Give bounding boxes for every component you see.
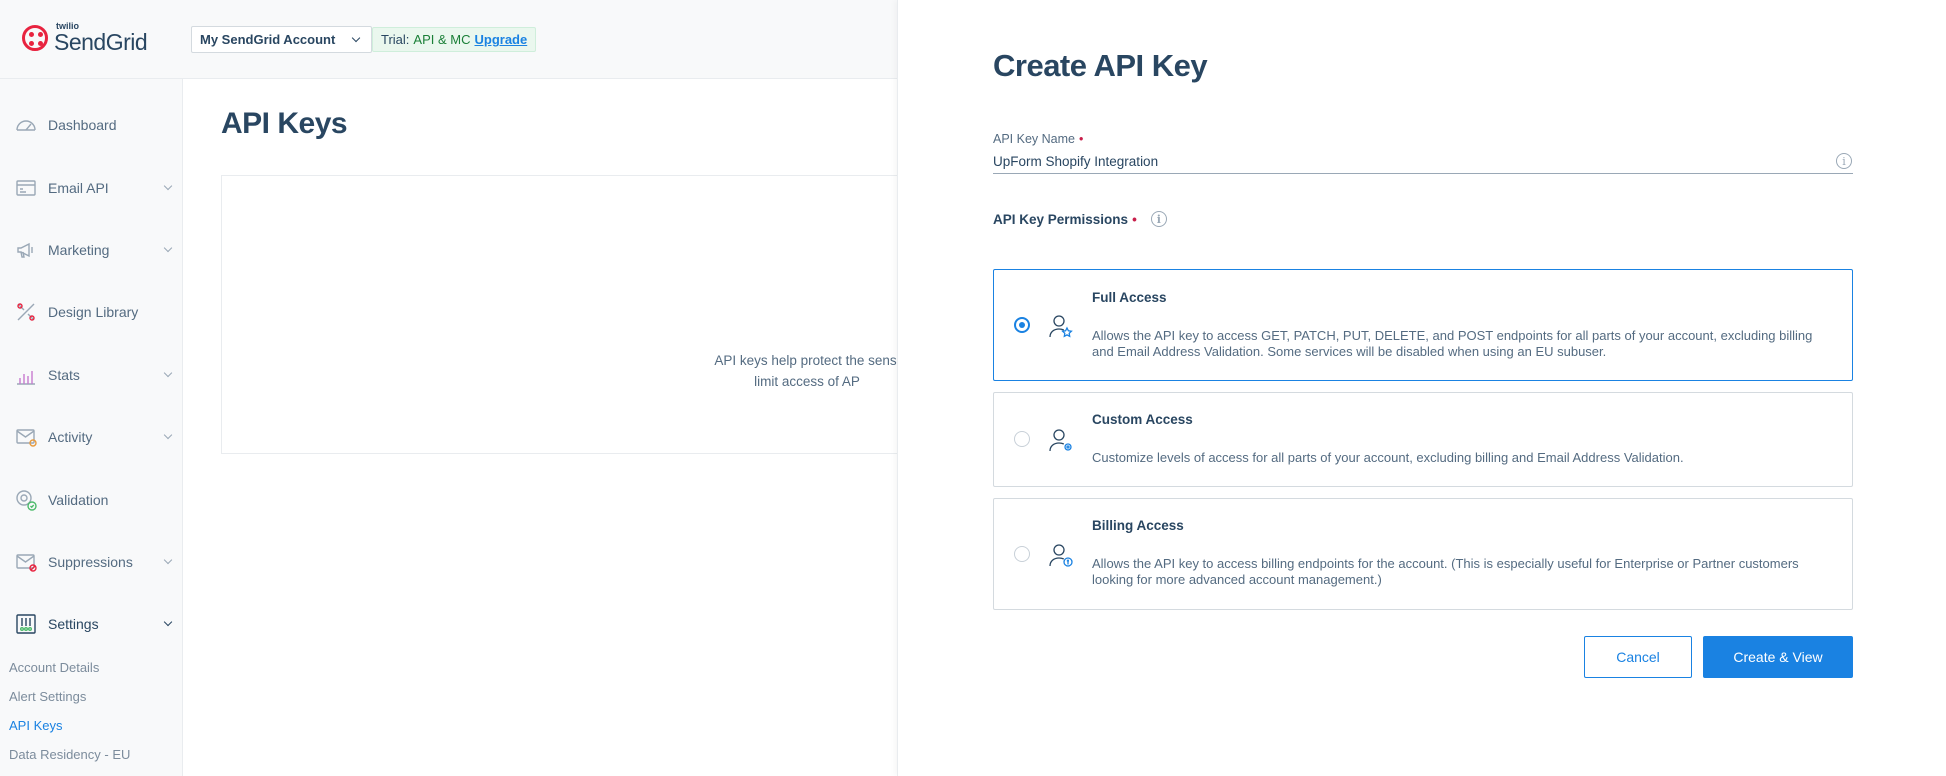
option-title: Billing Access <box>1092 518 1184 533</box>
sidebar-item-label: Marketing <box>48 242 110 258</box>
create-and-view-button[interactable]: Create & View <box>1703 636 1853 678</box>
settings-icon <box>14 612 38 636</box>
permission-option-full-access[interactable]: Full Access Allows the API key to access… <box>993 269 1853 381</box>
account-select[interactable]: My SendGrid Account <box>191 26 373 53</box>
option-title: Custom Access <box>1092 412 1193 427</box>
radio-full-access[interactable] <box>1014 317 1030 333</box>
info-icon[interactable]: i <box>1836 153 1852 169</box>
user-star-icon <box>1048 312 1074 340</box>
radio-custom-access[interactable] <box>1014 431 1030 447</box>
top-bar: twilio SendGrid My SendGrid Account Tria… <box>0 0 900 79</box>
sidebar-item-label: Email API <box>48 180 109 196</box>
user-gear-icon <box>1048 426 1074 454</box>
stats-icon <box>14 363 38 387</box>
sendgrid-logo[interactable]: twilio SendGrid <box>22 22 148 55</box>
cancel-button[interactable]: Cancel <box>1584 636 1692 678</box>
sidebar-subitem-alert-settings[interactable]: Alert Settings <box>9 689 86 704</box>
radio-billing-access[interactable] <box>1014 546 1030 562</box>
sidebar-item-label: Activity <box>48 429 93 445</box>
option-title: Full Access <box>1092 290 1167 305</box>
empty-state-text: API keys help protect the sensi limit ac… <box>707 350 907 392</box>
sidebar-subitem-api-keys[interactable]: API Keys <box>9 718 62 733</box>
chevron-down-icon <box>352 33 361 43</box>
trial-badge: Trial: API & MC Upgrade <box>372 27 537 52</box>
sidebar-subitem-data-residency[interactable]: Data Residency - EU <box>9 747 130 762</box>
option-description: Allows the API key to access GET, PATCH,… <box>1092 328 1813 359</box>
trial-label: Trial: <box>381 32 410 47</box>
empty-state-card <box>221 175 921 454</box>
suppressions-icon <box>14 550 38 574</box>
chevron-down-icon <box>163 243 173 253</box>
chevron-down-icon <box>163 368 173 378</box>
info-icon[interactable]: i <box>1150 211 1167 227</box>
required-marker: • <box>1078 132 1084 146</box>
trial-plan: API & MC <box>413 32 471 47</box>
chevron-down-icon <box>163 555 173 565</box>
permission-option-custom-access[interactable]: Custom Access Customize levels of access… <box>993 392 1853 487</box>
create-api-key-drawer: Create API Key API Key Name• i API Key P… <box>897 0 1946 776</box>
api-key-name-input[interactable] <box>993 150 1853 174</box>
sidebar-item-activity[interactable]: Activity <box>0 417 183 457</box>
chevron-down-icon <box>163 430 173 440</box>
sidebar-item-label: Validation <box>48 492 109 508</box>
design-library-icon <box>14 300 38 324</box>
empty-state-line: limit access of AP <box>754 374 860 389</box>
option-description: Customize levels of access for all parts… <box>1092 450 1684 465</box>
sidebar-item-label: Dashboard <box>48 117 117 133</box>
sidebar-item-design-library[interactable]: Design Library <box>0 292 183 332</box>
required-marker: • <box>1132 211 1137 227</box>
sidebar-item-label: Design Library <box>48 304 139 320</box>
logo-text: SendGrid <box>54 29 148 55</box>
sidebar: Dashboard Email API Marketing Design Lib… <box>0 79 183 776</box>
upgrade-link[interactable]: Upgrade <box>474 32 527 47</box>
sidebar-item-label: Suppressions <box>48 554 133 570</box>
api-key-permissions-label: API Key Permissions • i <box>993 211 1167 227</box>
option-description: Allows the API key to access billing end… <box>1092 556 1799 587</box>
sidebar-item-email-api[interactable]: Email API <box>0 168 183 208</box>
sidebar-item-marketing[interactable]: Marketing <box>0 230 183 270</box>
api-key-name-label: API Key Name • <box>993 132 1083 146</box>
chevron-down-icon <box>163 617 173 627</box>
sidebar-item-stats[interactable]: Stats <box>0 355 183 395</box>
user-billing-icon <box>1048 541 1074 569</box>
sidebar-item-label: Stats <box>48 367 80 383</box>
drawer-title: Create API Key <box>993 48 1208 83</box>
twilio-logo-icon <box>22 25 48 51</box>
chevron-down-icon <box>163 181 173 191</box>
api-key-name-label-text: API Key Name <box>993 132 1075 146</box>
page-title: API Keys <box>221 107 348 140</box>
sidebar-item-label: Settings <box>48 616 99 632</box>
permission-option-billing-access[interactable]: Billing Access Allows the API key to acc… <box>993 498 1853 610</box>
sidebar-item-settings[interactable]: Settings <box>0 604 183 644</box>
sidebar-item-dashboard[interactable]: Dashboard <box>0 105 183 145</box>
validation-icon <box>14 488 38 512</box>
megaphone-icon <box>14 238 38 262</box>
empty-state-line: API keys help protect the sensi <box>714 353 900 368</box>
account-select-label: My SendGrid Account <box>200 32 336 47</box>
email-api-icon <box>14 176 38 200</box>
sidebar-subitem-account-details[interactable]: Account Details <box>9 660 99 675</box>
sidebar-item-suppressions[interactable]: Suppressions <box>0 542 183 582</box>
activity-icon <box>14 425 38 449</box>
gauge-icon <box>14 113 38 137</box>
sidebar-item-validation[interactable]: Validation <box>0 480 183 520</box>
api-key-permissions-label-text: API Key Permissions <box>993 211 1129 227</box>
